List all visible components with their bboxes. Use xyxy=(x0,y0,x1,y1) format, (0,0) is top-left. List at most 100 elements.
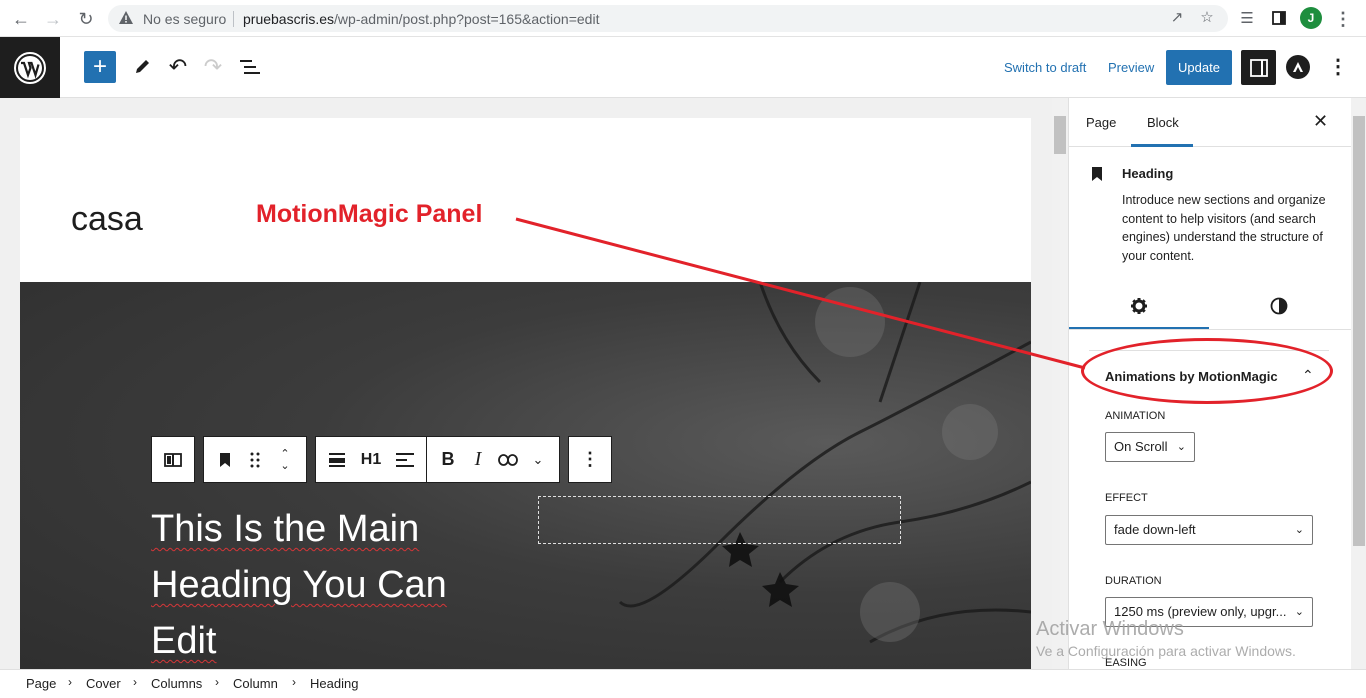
chevron-right-icon: › xyxy=(68,675,72,689)
heading-line: Heading You Can xyxy=(151,564,447,606)
reload-icon[interactable]: ↻ xyxy=(75,8,97,30)
profile-avatar[interactable]: J xyxy=(1300,7,1322,29)
gear-icon xyxy=(1131,298,1147,314)
annotation-label: MotionMagic Panel xyxy=(256,200,483,228)
contrast-icon xyxy=(1270,297,1288,315)
breadcrumb-item-heading[interactable]: Heading xyxy=(310,676,358,691)
block-options-group: ⋮ xyxy=(568,436,612,483)
breadcrumb-item-column[interactable]: Column xyxy=(233,676,278,691)
block-card-description: Introduce new sections and organize cont… xyxy=(1122,193,1326,263)
omnibox-divider xyxy=(233,11,234,27)
bookmark-star-icon[interactable]: ☆ xyxy=(1198,9,1216,27)
options-menu-icon[interactable]: ⋮ xyxy=(1328,53,1348,81)
forward-icon[interactable]: → xyxy=(42,8,64,30)
duration-label: DURATION xyxy=(1105,575,1162,587)
align-block-icon[interactable] xyxy=(322,445,352,475)
chevron-right-icon: › xyxy=(215,675,219,689)
sidebar-tabs: Page Block ✕ xyxy=(1069,98,1351,147)
address-bar[interactable]: No es seguro pruebascris.es/wp-admin/pos… xyxy=(108,5,1228,32)
bold-icon[interactable]: B xyxy=(433,445,463,475)
heading-level-button[interactable]: H1 xyxy=(352,445,390,475)
animation-label: ANIMATION xyxy=(1105,410,1166,422)
browser-menu-icon[interactable]: ⋮ xyxy=(1332,8,1354,30)
tab-page[interactable]: Page xyxy=(1086,115,1116,130)
block-card-title: Heading xyxy=(1122,166,1174,181)
list-view-icon[interactable] xyxy=(234,51,266,83)
windows-watermark-title: Activar Windows xyxy=(1036,618,1184,640)
active-subtab-indicator xyxy=(1069,327,1209,329)
tab-settings[interactable] xyxy=(1069,297,1209,321)
back-icon[interactable]: ← xyxy=(10,8,32,30)
settings-sidebar: Page Block ✕ Heading Introduce new secti… xyxy=(1068,98,1366,669)
block-inserter-button[interactable]: + xyxy=(84,51,116,83)
update-button[interactable]: Update xyxy=(1166,50,1232,85)
preview-button[interactable]: Preview xyxy=(1108,60,1154,75)
settings-sidebar-icon[interactable] xyxy=(1241,50,1276,85)
warning-icon[interactable] xyxy=(118,10,134,26)
editor-canvas: casa ⌃ ⌄ H1 B I ⌄ ⋮ This Is the Main Hea… xyxy=(20,118,1031,669)
more-formats-chevron-icon[interactable]: ⌄ xyxy=(523,445,553,475)
breadcrumb-item-page[interactable]: Page xyxy=(26,676,56,691)
chevron-right-icon: › xyxy=(133,675,137,689)
tab-styles[interactable] xyxy=(1209,297,1349,321)
empty-column-block[interactable] xyxy=(538,496,901,544)
block-breadcrumb: Page › Cover › Columns › Column › Headin… xyxy=(0,669,1366,698)
canvas-scrollbar-thumb[interactable] xyxy=(1054,116,1066,154)
heading-line: Edit xyxy=(151,620,217,662)
edit-tools-icon[interactable] xyxy=(126,51,158,83)
block-options-icon[interactable]: ⋮ xyxy=(575,445,605,475)
undo-icon[interactable]: ↶ xyxy=(162,51,194,83)
editor-header: + ↶ ↷ Switch to draft Preview Update ⋮ xyxy=(0,37,1366,98)
browser-toolbar: ← → ↻ No es seguro pruebascris.es/wp-adm… xyxy=(0,0,1366,37)
url-text[interactable]: pruebascris.es/wp-admin/post.php?post=16… xyxy=(243,11,599,27)
effect-label: EFFECT xyxy=(1105,492,1148,504)
block-mover-group: ⌃ ⌄ xyxy=(203,436,307,483)
heading-line: This Is the Main xyxy=(151,508,420,550)
url-host: pruebascris.es xyxy=(243,11,335,27)
sidebar-scrollbar-thumb[interactable] xyxy=(1353,116,1365,546)
canvas-scrollbar[interactable] xyxy=(1052,98,1068,669)
tab-block[interactable]: Block xyxy=(1147,115,1179,130)
cover-block[interactable]: ⌃ ⌄ H1 B I ⌄ ⋮ This Is the Main Heading … xyxy=(20,282,1031,669)
media-control-icon[interactable]: ☰ xyxy=(1236,8,1258,30)
heading-block-icon xyxy=(1092,167,1102,181)
active-tab-indicator xyxy=(1131,144,1193,147)
format-group: B I ⌄ xyxy=(426,436,560,483)
url-path: /wp-admin/post.php?post=165&action=edit xyxy=(334,11,600,27)
align-text-icon[interactable] xyxy=(390,445,420,475)
chevron-down-icon: ⌄ xyxy=(1176,441,1186,453)
annotation-ellipse xyxy=(1081,338,1333,404)
site-title[interactable]: casa xyxy=(71,200,143,239)
effect-select[interactable]: fade down-left ⌄ xyxy=(1105,515,1313,545)
wordpress-logo-icon[interactable] xyxy=(0,37,60,98)
duration-value: 1250 ms (preview only, upgr... xyxy=(1114,604,1287,619)
heading-bookmark-icon[interactable] xyxy=(210,445,240,475)
breadcrumb-item-columns[interactable]: Columns xyxy=(151,676,202,691)
italic-icon[interactable]: I xyxy=(463,445,493,475)
settings-styles-tabs xyxy=(1069,288,1351,330)
heading-settings-group: H1 xyxy=(315,436,426,483)
sidebar-scrollbar[interactable] xyxy=(1351,98,1366,669)
editor-canvas-area: casa ⌃ ⌄ H1 B I ⌄ ⋮ This Is the Main Hea… xyxy=(0,98,1068,669)
animation-select[interactable]: On Scroll ⌄ xyxy=(1105,432,1195,462)
main-heading[interactable]: This Is the Main Heading You Can Edit xyxy=(151,501,511,669)
close-icon[interactable]: ✕ xyxy=(1313,111,1328,132)
columns-parent-icon[interactable] xyxy=(158,445,188,475)
effect-value: fade down-left xyxy=(1114,522,1196,537)
switch-to-draft-button[interactable]: Switch to draft xyxy=(1004,60,1086,75)
share-icon[interactable]: ↗ xyxy=(1168,9,1186,27)
link-icon[interactable] xyxy=(493,445,523,475)
animation-value: On Scroll xyxy=(1114,439,1168,454)
redo-icon[interactable]: ↷ xyxy=(197,51,229,83)
insecure-label: No es seguro xyxy=(143,11,227,27)
astra-settings-icon[interactable] xyxy=(1286,55,1310,79)
move-up-down-icon[interactable]: ⌃ ⌄ xyxy=(270,445,300,475)
windows-watermark-subtitle: Ve a Configuración para activar Windows. xyxy=(1036,643,1296,659)
parent-selector-group xyxy=(151,436,195,483)
chevron-down-icon: ⌄ xyxy=(1291,598,1304,626)
chevron-down-icon: ⌄ xyxy=(1294,524,1304,536)
chevron-right-icon: › xyxy=(292,675,296,689)
side-panel-icon[interactable] xyxy=(1268,8,1290,30)
breadcrumb-item-cover[interactable]: Cover xyxy=(86,676,121,691)
drag-handle-icon[interactable] xyxy=(240,445,270,475)
